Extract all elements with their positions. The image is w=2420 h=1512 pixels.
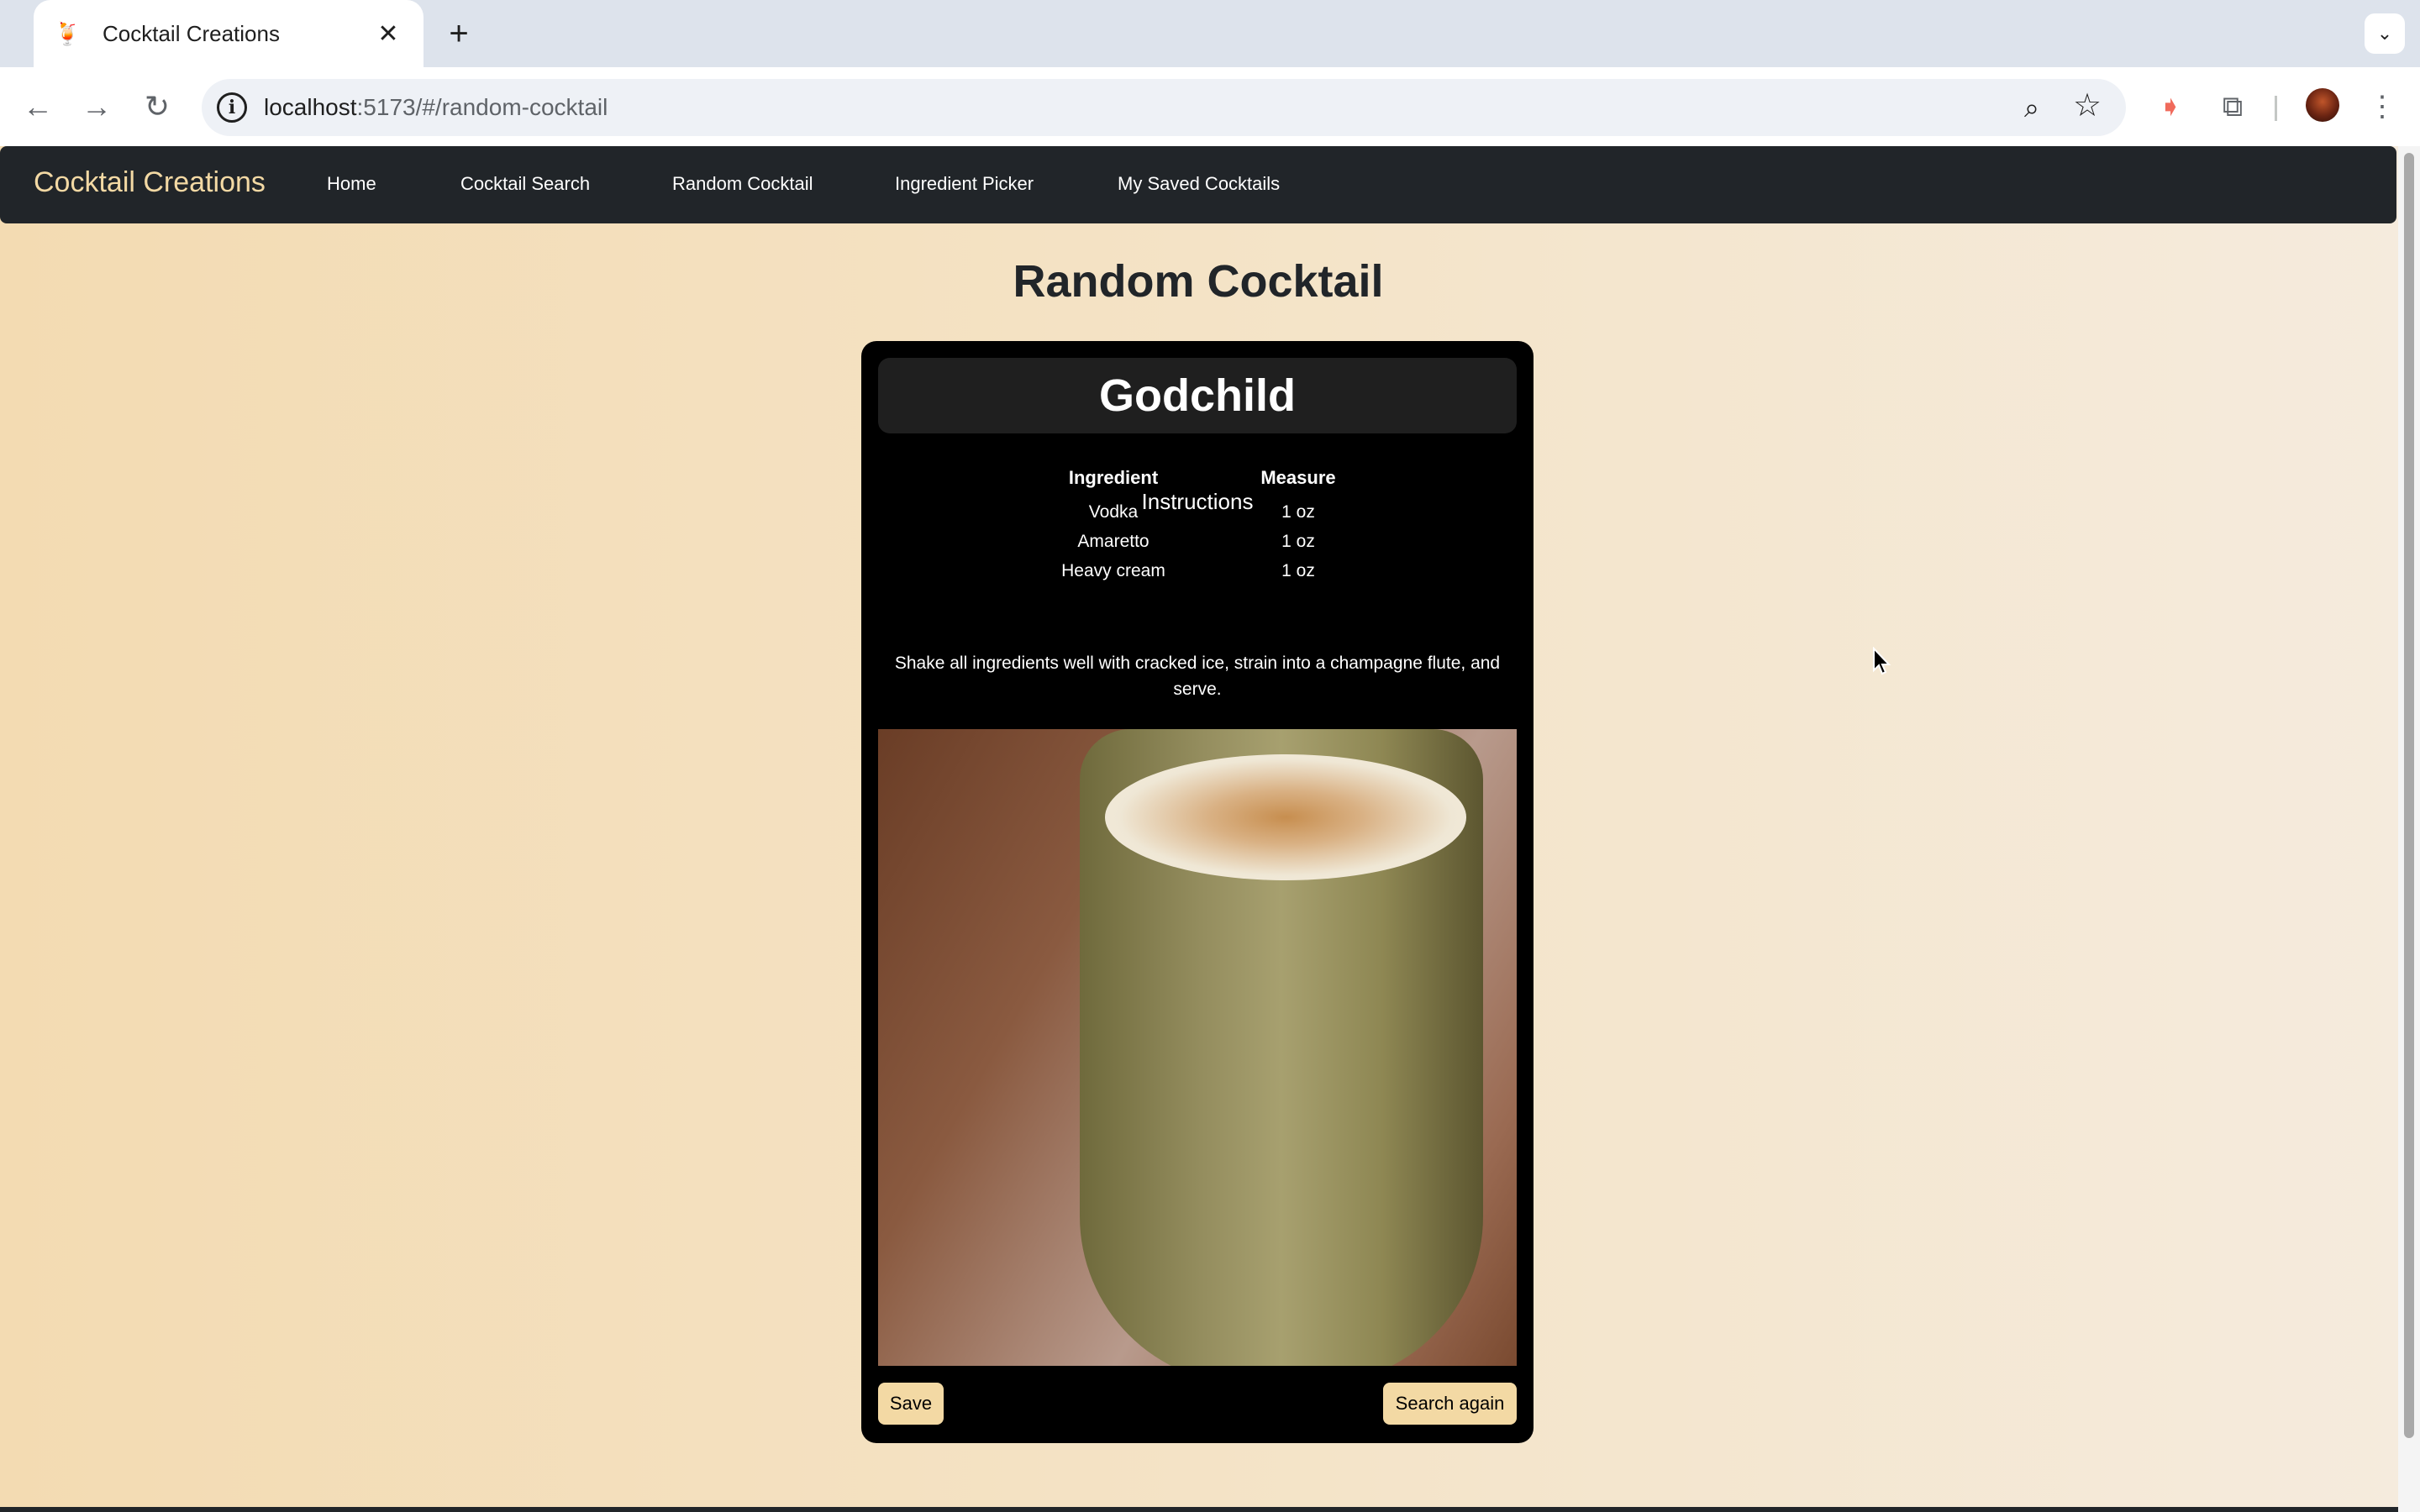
nav-link-ingredient-picker[interactable]: Ingredient Picker	[895, 173, 1034, 195]
cocktail-favicon-icon: 🍹	[54, 21, 82, 46]
forward-arrow-icon[interactable]: →	[76, 86, 118, 128]
new-tab-icon[interactable]: +	[440, 15, 477, 52]
cocktail-photo	[878, 729, 1517, 1366]
browser-menu-icon[interactable]: ⋮	[2361, 86, 2403, 128]
page-scrollbar[interactable]	[2398, 146, 2420, 1512]
search-again-button[interactable]: Search again	[1383, 1383, 1517, 1425]
extensions-puzzle-icon[interactable]: ⧉	[2212, 86, 2254, 128]
reload-icon[interactable]: ↻	[136, 86, 178, 128]
page-viewport: Cocktail Creations Home Cocktail Search …	[0, 146, 2398, 1512]
cocktail-name: Godchild	[878, 358, 1517, 433]
footer-edge	[0, 1507, 2398, 1512]
profile-avatar[interactable]	[2306, 88, 2339, 122]
mouse-cursor-icon	[1873, 647, 1891, 675]
ingredient-measure: 1 oz	[1281, 531, 1315, 551]
url-text[interactable]: localhost:5173/#/random-cocktail	[264, 94, 608, 121]
site-info-icon[interactable]: i	[217, 92, 247, 123]
instructions-text: Shake all ingredients well with cracked …	[894, 654, 1501, 699]
bookmark-star-icon[interactable]: ☆	[2070, 89, 2104, 123]
tab-title: Cocktail Creations	[103, 20, 280, 46]
zoom-icon[interactable]: ⌕	[2015, 91, 2049, 124]
ingredient-row: Heavy cream 1 oz	[1013, 556, 1382, 585]
save-button[interactable]: Save	[878, 1383, 944, 1425]
ingredient-column-header: Ingredient	[1068, 467, 1159, 488]
nav-link-home[interactable]: Home	[327, 173, 376, 195]
ingredient-row: Amaretto 1 oz	[1013, 527, 1382, 556]
browser-tab[interactable]: 🍹 Cocktail Creations ✕	[34, 0, 424, 67]
page-title: Random Cocktail	[1013, 256, 1384, 307]
toolbar-divider	[2275, 96, 2277, 121]
nav-link-random-cocktail[interactable]: Random Cocktail	[672, 173, 813, 195]
brand-link[interactable]: Cocktail Creations	[34, 166, 266, 199]
cocktail-card: Godchild Ingredient Measure Vodka 1 oz A…	[861, 341, 1534, 1443]
foam-shape	[1105, 754, 1466, 880]
ingredient-table: Ingredient Measure Vodka 1 oz Amaretto 1…	[1013, 459, 1382, 585]
browser-toolbar: ← → ↻ i localhost:5173/#/random-cocktail…	[0, 67, 2420, 146]
ingredient-name: Amaretto	[1077, 531, 1150, 551]
close-tab-icon[interactable]: ✕	[373, 19, 403, 49]
address-bar[interactable]: i localhost:5173/#/random-cocktail ⌕ ☆	[202, 79, 2126, 136]
scrollbar-thumb[interactable]	[2404, 153, 2414, 1438]
instructions-heading: Instructions	[1141, 489, 1254, 514]
ingredient-name: Heavy cream	[1061, 560, 1165, 580]
measure-column-header: Measure	[1260, 467, 1336, 488]
app-navbar: Cocktail Creations Home Cocktail Search …	[0, 146, 2396, 223]
back-arrow-icon[interactable]: ←	[17, 86, 59, 128]
extension-record-icon[interactable]: ➧	[2149, 86, 2191, 128]
tab-search-chevron-icon[interactable]: ⌄	[2365, 13, 2405, 54]
browser-tab-strip: 🍹 Cocktail Creations ✕ + ⌄	[0, 0, 2420, 67]
nav-link-cocktail-search[interactable]: Cocktail Search	[460, 173, 590, 195]
ingredient-measure: 1 oz	[1281, 560, 1315, 580]
nav-link-my-saved-cocktails[interactable]: My Saved Cocktails	[1118, 173, 1280, 195]
